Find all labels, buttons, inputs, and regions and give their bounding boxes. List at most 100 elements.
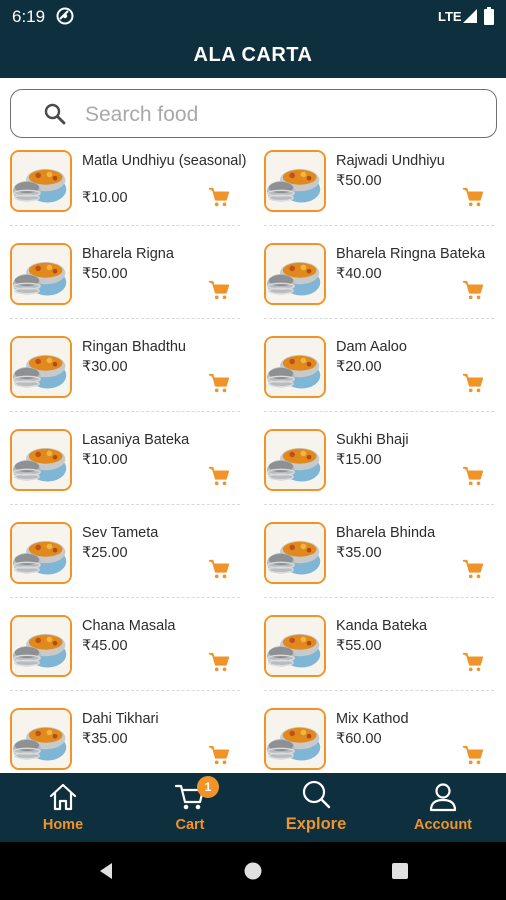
item-divider: [10, 504, 240, 505]
food-name: Matla Undhiyu (seasonal): [82, 153, 247, 169]
status-time: 6:19: [12, 7, 46, 26]
food-item[interactable]: Dahi Tikhari ₹35.00: [10, 702, 250, 772]
food-thumbnail: [264, 708, 326, 770]
food-price: ₹50.00: [336, 173, 382, 189]
food-name: Sev Tameta: [82, 525, 159, 541]
food-item[interactable]: Bharela Bhinda ₹35.00: [264, 516, 504, 606]
food-price: ₹20.00: [336, 359, 382, 375]
add-to-cart-icon[interactable]: [208, 186, 230, 208]
item-divider: [10, 411, 240, 412]
item-divider: [10, 597, 240, 598]
nav-account[interactable]: Account: [380, 773, 506, 842]
add-to-cart-icon[interactable]: [462, 186, 484, 208]
food-name: Bharela Bhinda: [336, 525, 436, 541]
food-item[interactable]: Dam Aaloo ₹20.00: [264, 330, 504, 420]
nav-cart[interactable]: Cart: [127, 773, 253, 842]
add-to-cart-icon[interactable]: [462, 651, 484, 673]
nav-home-label: Home: [42, 817, 84, 833]
food-price: ₹10.00: [82, 190, 128, 206]
status-bar: 6:19 LTE: [0, 0, 506, 32]
food-name: Chana Masala: [82, 618, 176, 634]
back-icon[interactable]: [96, 861, 116, 881]
add-to-cart-icon[interactable]: [462, 558, 484, 580]
nav-explore[interactable]: Explore: [253, 773, 379, 842]
food-item[interactable]: Mix Kathod ₹60.00: [264, 702, 504, 772]
food-name: Rajwadi Undhiyu: [336, 153, 445, 169]
food-price: ₹35.00: [82, 731, 128, 747]
item-divider: [264, 411, 494, 412]
do-not-disturb-icon: [56, 7, 74, 25]
food-thumbnail: [10, 429, 72, 491]
battery-icon: [484, 7, 494, 25]
add-to-cart-icon[interactable]: [208, 651, 230, 673]
food-thumbnail: [264, 615, 326, 677]
food-name: Mix Kathod: [336, 711, 409, 727]
food-price: ₹45.00: [82, 638, 128, 654]
add-to-cart-icon[interactable]: [208, 372, 230, 394]
item-divider: [264, 504, 494, 505]
food-name: Kanda Bateka: [336, 618, 428, 634]
food-item[interactable]: Lasaniya Bateka ₹10.00: [10, 423, 250, 513]
food-item[interactable]: Sev Tameta ₹25.00: [10, 516, 250, 606]
add-to-cart-icon[interactable]: [208, 558, 230, 580]
food-list[interactable]: Matla Undhiyu (seasonal) ₹10.00 Rajwadi Un…: [0, 142, 506, 772]
food-name: Dahi Tikhari: [82, 711, 159, 727]
food-item[interactable]: Bharela Ringna Bateka ₹40.00: [264, 237, 504, 327]
bottom-navigation: Home Cart Explore Account: [0, 773, 506, 842]
food-price: ₹10.00: [82, 452, 128, 468]
food-thumbnail: [10, 615, 72, 677]
food-item[interactable]: Ringan Bhadthu ₹30.00: [10, 330, 250, 420]
food-name: Bharela Ringna Bateka: [336, 246, 486, 262]
item-divider: [264, 225, 494, 226]
food-thumbnail: [264, 150, 326, 212]
food-thumbnail: [264, 522, 326, 584]
food-price: ₹15.00: [336, 452, 382, 468]
food-thumbnail: [264, 243, 326, 305]
app-bar: ALA CARTA: [0, 32, 506, 78]
food-item[interactable]: Sukhi Bhaji ₹15.00: [264, 423, 504, 513]
add-to-cart-icon[interactable]: [462, 465, 484, 487]
nav-account-label: Account: [414, 817, 472, 833]
item-divider: [10, 318, 240, 319]
add-to-cart-icon[interactable]: [462, 372, 484, 394]
food-price: ₹35.00: [336, 545, 382, 561]
food-price: ₹55.00: [336, 638, 382, 654]
food-item[interactable]: Chana Masala ₹45.00: [10, 609, 250, 699]
food-name: Dam Aaloo: [336, 339, 407, 355]
cart-count-badge: 1: [197, 776, 219, 798]
food-name: Sukhi Bhaji: [336, 432, 409, 448]
food-name: Lasaniya Bateka: [82, 432, 190, 448]
food-name: Bharela Rigna: [82, 246, 174, 262]
add-to-cart-icon[interactable]: [208, 744, 230, 766]
food-price: ₹50.00: [82, 266, 128, 282]
food-item[interactable]: Bharela Rigna ₹50.00: [10, 237, 250, 327]
home-system-icon[interactable]: [243, 861, 263, 881]
item-divider: [10, 690, 240, 691]
add-to-cart-icon[interactable]: [462, 279, 484, 301]
search-icon: [44, 103, 66, 125]
food-price: ₹25.00: [82, 545, 128, 561]
food-price: ₹60.00: [336, 731, 382, 747]
add-to-cart-icon[interactable]: [462, 744, 484, 766]
food-thumbnail: [264, 336, 326, 398]
home-icon: [49, 783, 77, 811]
food-thumbnail: [10, 336, 72, 398]
item-divider: [264, 690, 494, 691]
food-thumbnail: [10, 243, 72, 305]
food-price: ₹30.00: [82, 359, 128, 375]
recents-icon[interactable]: [390, 861, 410, 881]
food-thumbnail: [10, 150, 72, 212]
search-input[interactable]: Search food: [10, 89, 497, 138]
item-divider: [264, 318, 494, 319]
system-navigation-bar: [0, 842, 506, 900]
food-item[interactable]: Rajwadi Undhiyu ₹50.00: [264, 144, 504, 234]
account-icon: [429, 783, 457, 812]
nav-explore-label: Explore: [285, 815, 347, 833]
add-to-cart-icon[interactable]: [208, 279, 230, 301]
add-to-cart-icon[interactable]: [208, 465, 230, 487]
food-item[interactable]: Matla Undhiyu (seasonal) ₹10.00: [10, 144, 250, 234]
food-price: ₹40.00: [336, 266, 382, 282]
signal-icon: [463, 9, 477, 23]
nav-home[interactable]: Home: [0, 773, 126, 842]
food-item[interactable]: Kanda Bateka ₹55.00: [264, 609, 504, 699]
